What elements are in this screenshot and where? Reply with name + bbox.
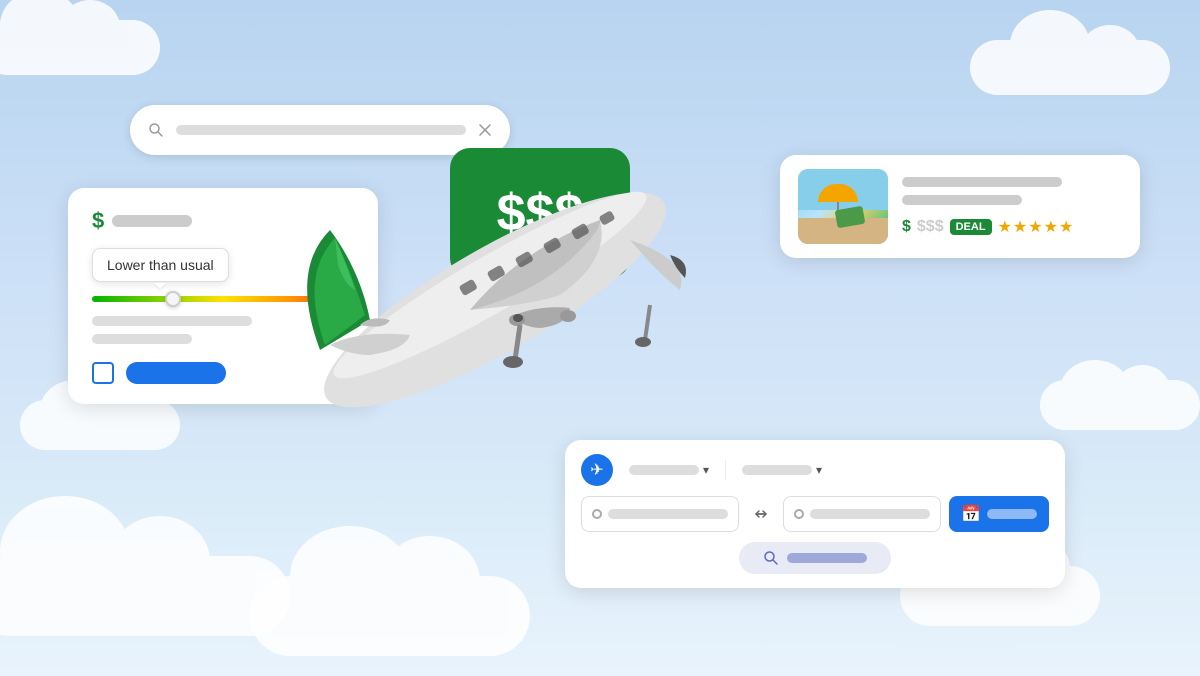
plane-glyph: ✈ <box>590 460 603 480</box>
flights-widget: ✈ ▾ ▾ 📅 <box>565 440 1065 588</box>
cloud-bottom-left <box>0 556 290 636</box>
deal-image <box>798 169 888 244</box>
checkbox[interactable] <box>92 362 114 384</box>
date-button[interactable]: 📅 <box>949 496 1049 532</box>
swap-button[interactable] <box>747 500 775 528</box>
origin-input[interactable] <box>581 496 739 532</box>
separator <box>725 460 726 480</box>
origin-bar <box>608 509 728 519</box>
trip-type-dropdown[interactable]: ▾ <box>621 459 717 481</box>
deal-info: $ $$$ DEAL ★★★★★ <box>902 177 1122 237</box>
chevron-down-icon-2: ▾ <box>816 463 822 477</box>
deal-title-bar2 <box>902 195 1022 205</box>
cloud-mid-right <box>1040 380 1200 430</box>
deal-badge: DEAL <box>950 219 992 235</box>
flights-inputs-row: 📅 <box>581 496 1049 532</box>
cloud-top-left <box>0 20 160 75</box>
search-btn-bar <box>787 553 867 563</box>
deal-dollar-active: $ <box>902 218 911 236</box>
airplane-illustration <box>230 130 730 470</box>
origin-circle-icon <box>592 509 602 519</box>
date-bar <box>987 509 1037 519</box>
chevron-down-icon: ▾ <box>703 463 709 477</box>
flights-search-button[interactable] <box>739 542 891 574</box>
cloud-bottom-mid <box>250 576 530 656</box>
calendar-icon: 📅 <box>961 504 981 524</box>
deal-stars: ★★★★★ <box>998 217 1075 237</box>
flights-search-row <box>581 542 1049 574</box>
dest-bar <box>810 509 930 519</box>
flights-top-row: ✈ ▾ ▾ <box>581 454 1049 486</box>
cloud-mid-left <box>20 400 180 450</box>
action-button[interactable] <box>126 362 226 384</box>
tooltip-bubble: Lower than usual <box>92 248 229 282</box>
deal-dollar-inactive: $$$ <box>917 218 944 236</box>
deal-title-bar1 <box>902 177 1062 187</box>
deal-card: $ $$$ DEAL ★★★★★ <box>780 155 1140 258</box>
price-bar <box>112 215 192 227</box>
slider-thumb[interactable] <box>165 291 181 307</box>
class-dropdown[interactable]: ▾ <box>734 459 830 481</box>
cloud-top-right <box>970 40 1170 95</box>
trip-type-bar <box>629 465 699 475</box>
price-card-line1 <box>92 316 252 326</box>
price-card-line2 <box>92 334 192 344</box>
price-dollar-icon: $ <box>92 208 104 234</box>
deal-badges: $ $$$ DEAL ★★★★★ <box>902 217 1122 237</box>
search-icon <box>146 120 166 140</box>
umbrella-top <box>818 184 858 202</box>
flights-plane-icon: ✈ <box>581 454 613 486</box>
dest-circle-icon <box>794 509 804 519</box>
dest-input[interactable] <box>783 496 941 532</box>
tooltip-text: Lower than usual <box>107 257 214 273</box>
class-bar <box>742 465 812 475</box>
